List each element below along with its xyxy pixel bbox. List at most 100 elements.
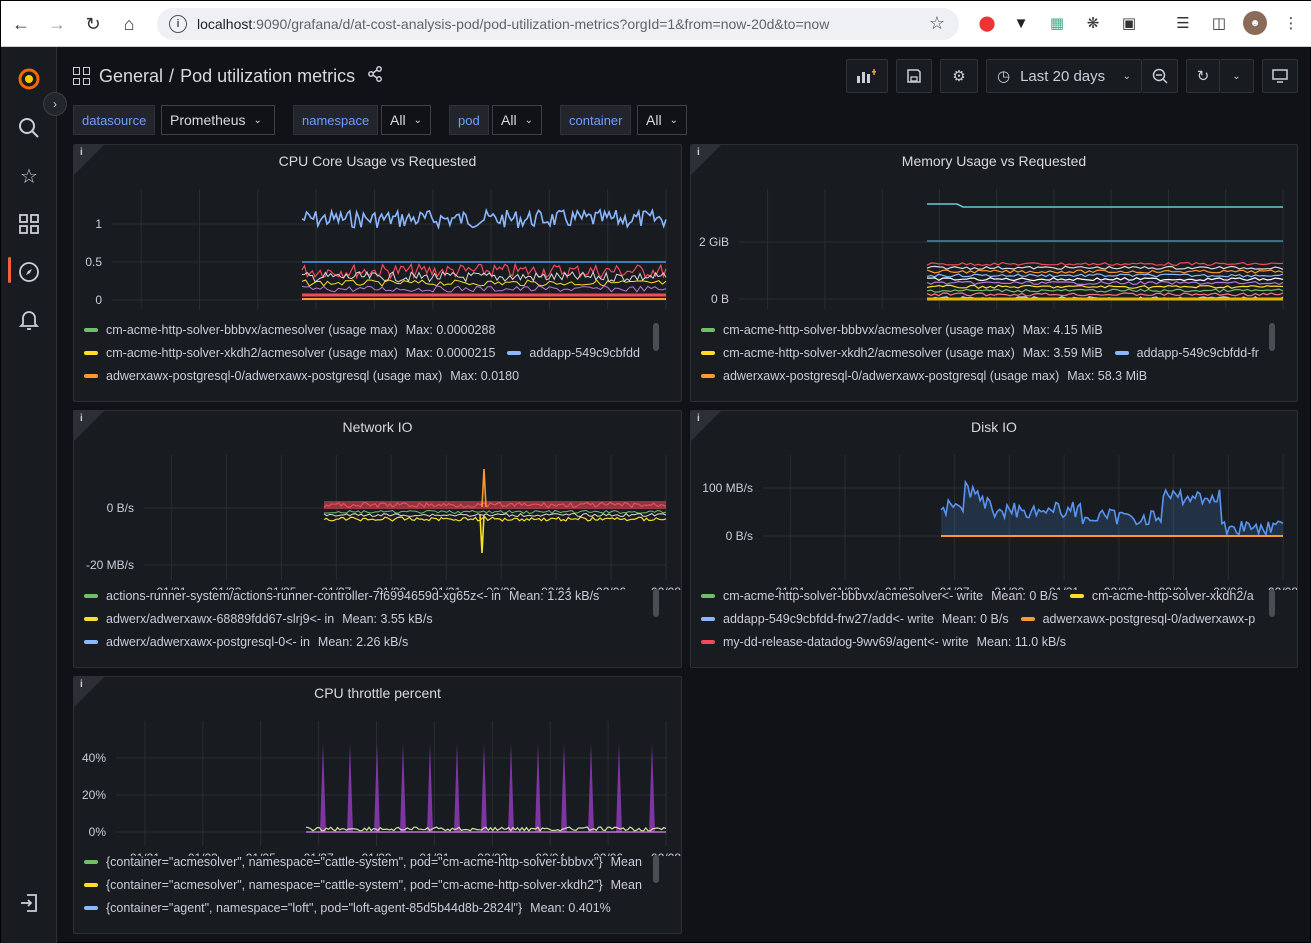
search-icon[interactable] [15, 114, 43, 142]
extension-red-shield-icon[interactable]: ⬤ [975, 11, 999, 35]
legend-item[interactable]: cm-acme-http-solver-bbbvx/acmesolver<- w… [701, 589, 1058, 603]
tv-mode-button[interactable] [1262, 59, 1298, 93]
legend-item[interactable]: cm-acme-http-solver-xkdh2/acmesolver (us… [701, 346, 1103, 360]
legend-item[interactable]: my-dd-release-datadog-9wv69/agent<- writ… [701, 635, 1066, 649]
panel-memory-usage[interactable]: i Memory Usage vs Requested 01/2101/2301… [690, 144, 1298, 402]
settings-gear-button[interactable]: ⚙ [940, 59, 978, 93]
legend-item[interactable]: {container="acmesolver", namespace="catt… [84, 855, 642, 869]
legend-label: cm-acme-http-solver-xkdh2/acmesolver (us… [723, 346, 1015, 360]
site-info-icon[interactable]: i [169, 15, 187, 33]
panel-cpu-usage[interactable]: i CPU Core Usage vs Requested 01/2101/23… [73, 144, 682, 402]
breadcrumb-root[interactable]: General [99, 66, 163, 87]
cpu-usage-chart[interactable]: 01/2101/2301/2501/2701/2901/3102/0202/04… [74, 179, 682, 314]
refresh-button[interactable]: ↻ [1186, 59, 1220, 93]
legend-scrollbar[interactable] [653, 855, 659, 883]
series-spike [508, 743, 514, 832]
legend-item[interactable]: {container="agent", namespace="loft", po… [84, 901, 611, 915]
side-panel-icon[interactable]: ◫ [1207, 11, 1231, 35]
legend-stat: Max: 0.0000288 [405, 323, 496, 337]
legend-item[interactable]: {container="acmesolver", namespace="catt… [84, 878, 642, 892]
legend-scrollbar[interactable] [653, 323, 659, 351]
legend-stat: Mean [610, 878, 642, 892]
extension-color-icon[interactable]: ▦ [1045, 11, 1069, 35]
legend-item[interactable]: addapp-549c9cbfdd-fr [1114, 346, 1259, 360]
extension-gear-icon[interactable]: ❋ [1081, 11, 1105, 35]
legend-row: {container="agent", namespace="loft", po… [84, 901, 623, 915]
dashboards-icon[interactable] [15, 210, 43, 238]
legend-item[interactable]: cm-acme-http-solver-bbbvx/acmesolver (us… [701, 323, 1103, 337]
share-icon[interactable] [367, 65, 383, 87]
back-icon[interactable]: ← [3, 6, 39, 42]
series-spike [347, 743, 353, 832]
extensions-puzzle-icon[interactable]: ▣ [1117, 11, 1141, 35]
reload-icon[interactable]: ↻ [75, 6, 111, 42]
cpu-throttle-chart[interactable]: 01/2101/2301/2501/2701/2901/3102/0202/04… [74, 711, 682, 856]
panel-network-io[interactable]: i Network IO 01/2101/2301/2501/2701/2901… [73, 410, 682, 668]
panel-title[interactable]: Network IO [74, 419, 681, 435]
sidebar: ☆ [1, 47, 57, 943]
explore-compass-icon[interactable] [15, 258, 43, 286]
time-picker[interactable]: ◷ Last 20 days ⌄ [986, 59, 1142, 93]
profile-avatar[interactable]: ☻ [1243, 11, 1267, 35]
address-bar[interactable]: i localhost:9090/grafana/d/at-cost-analy… [157, 8, 959, 40]
chevron-down-icon: ⌄ [524, 114, 533, 126]
panel-disk-io[interactable]: i Disk IO 01/2101/2301/2501/2701/2901/31… [690, 410, 1298, 668]
panel-title[interactable]: Memory Usage vs Requested [691, 153, 1297, 169]
legend-item[interactable]: adwerx/adwerxawx-postgresql-0<- in Mean: … [84, 635, 408, 649]
series-spike [649, 743, 655, 832]
legend-item[interactable]: adwerxawx-postgresql-0/adwerxawx-postgre… [84, 369, 519, 383]
series-line [301, 279, 667, 287]
legend-item[interactable]: adwerxawx-postgresql-0/adwerxawx-postgre… [701, 369, 1147, 383]
series-spike [374, 743, 380, 832]
refresh-interval-dropdown[interactable]: ⌄ [1220, 59, 1254, 93]
starred-icon[interactable]: ☆ [15, 162, 43, 190]
memory-usage-chart[interactable]: 01/2101/2301/2501/2701/2901/3102/0202/04… [691, 179, 1298, 314]
legend-row: {container="acmesolver", namespace="catt… [84, 878, 654, 892]
legend-stat: Mean: 0 B/s [941, 612, 1009, 626]
legend-item[interactable]: cm-acme-http-solver-xkdh2/a [1069, 589, 1254, 603]
legend-item[interactable]: adwerxawx-postgresql-0/adwerxawx-p [1020, 612, 1255, 626]
legend-item[interactable]: addapp-549c9cbfdd-frw27/add<- write Mean:… [701, 612, 1009, 626]
home-icon[interactable]: ⌂ [111, 6, 147, 42]
var-select-namespace[interactable]: All ⌄ [381, 105, 431, 135]
var-select-pod[interactable]: All ⌄ [492, 105, 542, 135]
expand-sidebar-chevron-icon[interactable]: › [43, 92, 67, 116]
series-spike [588, 743, 594, 832]
var-select-container[interactable]: All ⌄ [637, 105, 687, 135]
browser-menu-icon[interactable]: ⋮ [1279, 11, 1303, 35]
legend-stat: Mean: 1.23 kB/s [508, 589, 600, 603]
panel-title[interactable]: CPU throttle percent [74, 685, 681, 701]
legend-item[interactable]: addapp-549c9cbfdd [507, 346, 640, 360]
extension-v-icon[interactable]: ▼ [1009, 11, 1033, 35]
add-panel-button[interactable] [846, 59, 888, 93]
network-io-chart[interactable]: 01/2101/2301/2501/2701/2901/3102/0202/04… [74, 445, 682, 590]
panel-cpu-throttle[interactable]: i CPU throttle percent 01/2101/2301/2501… [73, 676, 682, 934]
alerting-bell-icon[interactable] [15, 306, 43, 334]
series-spike [616, 743, 622, 832]
legend-row: {container="acmesolver", namespace="catt… [84, 855, 654, 869]
disk-io-chart[interactable]: 01/2101/2301/2501/2701/2901/3102/0202/04… [691, 445, 1298, 590]
bookmark-star-icon[interactable]: ☆ [929, 13, 945, 34]
legend-scrollbar[interactable] [1269, 323, 1275, 351]
panel-title[interactable]: CPU Core Usage vs Requested [74, 153, 681, 169]
legend-item[interactable]: cm-acme-http-solver-xkdh2/acmesolver (us… [84, 346, 495, 360]
legend-scrollbar[interactable] [1269, 589, 1275, 617]
series-line-request [927, 203, 1283, 208]
forward-icon[interactable]: → [39, 6, 75, 42]
legend-item[interactable]: cm-acme-http-solver-bbbvx/acmesolver (us… [84, 323, 495, 337]
series-line [323, 516, 667, 522]
legend-scrollbar[interactable] [653, 589, 659, 617]
sign-in-icon[interactable] [15, 889, 43, 917]
legend-item[interactable]: actions-runner-system/actions-runner-con… [84, 589, 599, 603]
legend-stat: Max: 0.0180 [450, 369, 520, 383]
legend-row: addapp-549c9cbfdd-frw27/add<- write Mean:… [701, 612, 1267, 626]
panel-title[interactable]: Disk IO [691, 419, 1297, 435]
legend-item[interactable]: adwerx/adwerxawx-68889fdd67-slrj9<- in Me… [84, 612, 433, 626]
grafana-logo-icon[interactable] [15, 65, 43, 93]
save-dashboard-button[interactable] [896, 59, 932, 93]
page-title: Pod utilization metrics [180, 65, 356, 86]
legend-label: cm-acme-http-solver-xkdh2/acmesolver (us… [106, 346, 398, 360]
var-select-datasource[interactable]: Prometheus ⌄ [161, 105, 275, 135]
media-queue-icon[interactable]: ☰ [1171, 11, 1195, 35]
zoom-out-button[interactable] [1142, 59, 1178, 93]
